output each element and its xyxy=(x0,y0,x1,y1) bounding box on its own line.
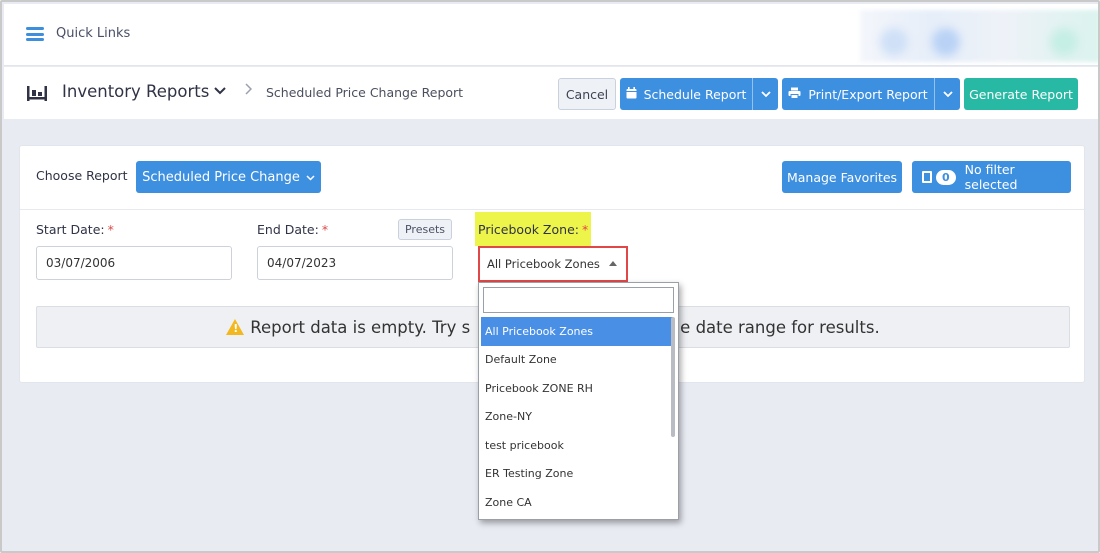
print-export-report-button[interactable]: Print/Export Report xyxy=(782,78,960,110)
selected-report-label: Scheduled Price Change xyxy=(142,169,300,185)
zone-option[interactable]: test pricebook xyxy=(481,431,673,460)
blurred-user-area xyxy=(860,10,1098,62)
start-date-input[interactable]: 03/07/2006 xyxy=(36,246,232,280)
choose-report-label: Choose Report xyxy=(36,168,128,183)
alert-text-start: Report data is empty. Try s xyxy=(250,317,471,337)
zone-option[interactable]: Zone CA xyxy=(481,488,673,517)
inventory-icon xyxy=(27,86,47,101)
top-bar: Quick Links xyxy=(4,4,1098,66)
zone-option[interactable]: Zone-NY xyxy=(481,403,673,432)
cancel-button[interactable]: Cancel xyxy=(558,78,616,110)
filter-button[interactable]: 0 No filter selected xyxy=(912,161,1071,193)
generate-report-button[interactable]: Generate Report xyxy=(964,78,1078,110)
zone-search-input[interactable] xyxy=(483,287,674,313)
warning-icon xyxy=(226,319,245,335)
schedule-report-button[interactable]: Schedule Report xyxy=(620,78,778,110)
chevron-down-icon[interactable] xyxy=(214,84,226,99)
breadcrumb-current: Scheduled Price Change Report xyxy=(266,85,464,100)
pricebook-zone-select[interactable]: All Pricebook Zones xyxy=(478,246,628,282)
start-date-label: Start Date: * xyxy=(36,222,114,237)
chevron-down-icon[interactable] xyxy=(934,78,960,110)
caret-up-icon xyxy=(609,261,617,266)
choose-report-dropdown[interactable]: Scheduled Price Change xyxy=(136,161,321,193)
end-date-label: End Date: * xyxy=(257,222,329,237)
zone-option[interactable]: All Pricebook Zones xyxy=(481,317,673,346)
print-export-label: Print/Export Report xyxy=(808,86,928,102)
filter-list-icon xyxy=(922,171,932,183)
presets-button[interactable]: Presets xyxy=(398,219,452,240)
manage-favorites-button[interactable]: Manage Favorites xyxy=(782,161,902,193)
dropdown-scrollbar[interactable] xyxy=(671,317,675,437)
module-title[interactable]: Inventory Reports xyxy=(62,82,209,101)
alert-text-end: e date range for results. xyxy=(680,317,880,337)
page-header: Inventory Reports Scheduled Price Change… xyxy=(4,67,1098,119)
filter-count-badge: 0 xyxy=(935,169,956,185)
chevron-down-icon xyxy=(306,170,315,185)
divider xyxy=(20,209,1086,210)
calendar-icon xyxy=(626,86,637,102)
app-window: Quick Links Inventory Reports Scheduled … xyxy=(0,0,1100,553)
chevron-down-icon[interactable] xyxy=(752,78,778,110)
zone-option[interactable]: Default Zone xyxy=(481,346,673,375)
printer-icon xyxy=(788,87,801,102)
zone-options: All Pricebook Zones Default Zone Pricebo… xyxy=(481,317,673,517)
quick-links-link[interactable]: Quick Links xyxy=(56,26,130,41)
hamburger-menu-icon[interactable] xyxy=(26,27,44,41)
zone-option[interactable]: Pricebook ZONE RH xyxy=(481,374,673,403)
end-date-input[interactable]: 04/07/2023 xyxy=(257,246,453,280)
pricebook-zone-label: Pricebook Zone: * xyxy=(475,212,592,246)
chevron-right-icon xyxy=(244,83,253,99)
zone-option[interactable]: ER Testing Zone xyxy=(481,460,673,489)
zone-dropdown-list: All Pricebook Zones Default Zone Pricebo… xyxy=(478,282,679,520)
zone-select-value: All Pricebook Zones xyxy=(487,257,600,271)
schedule-report-label: Schedule Report xyxy=(643,86,747,102)
filter-label: No filter selected xyxy=(964,162,1018,192)
